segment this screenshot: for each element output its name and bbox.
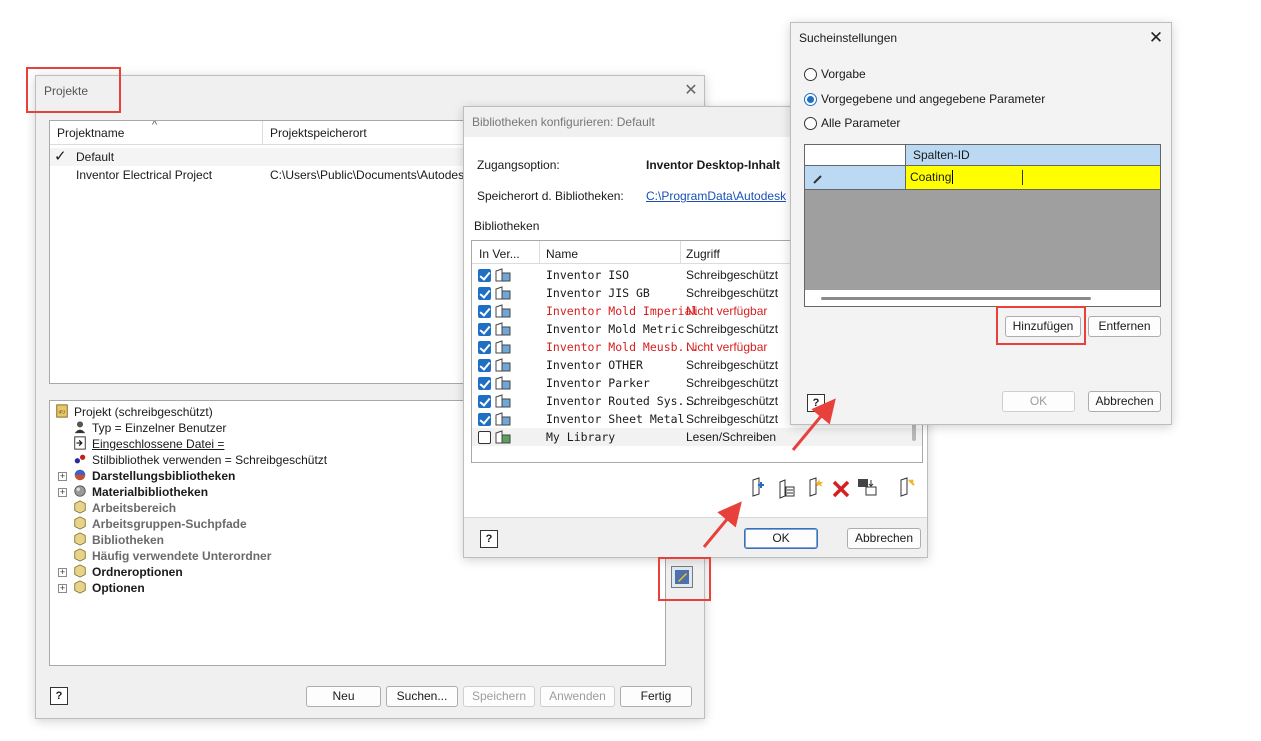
annotation-arrows [702, 398, 836, 548]
arrow-to-toolbar [702, 501, 742, 548]
arrow-to-search [791, 398, 836, 451]
